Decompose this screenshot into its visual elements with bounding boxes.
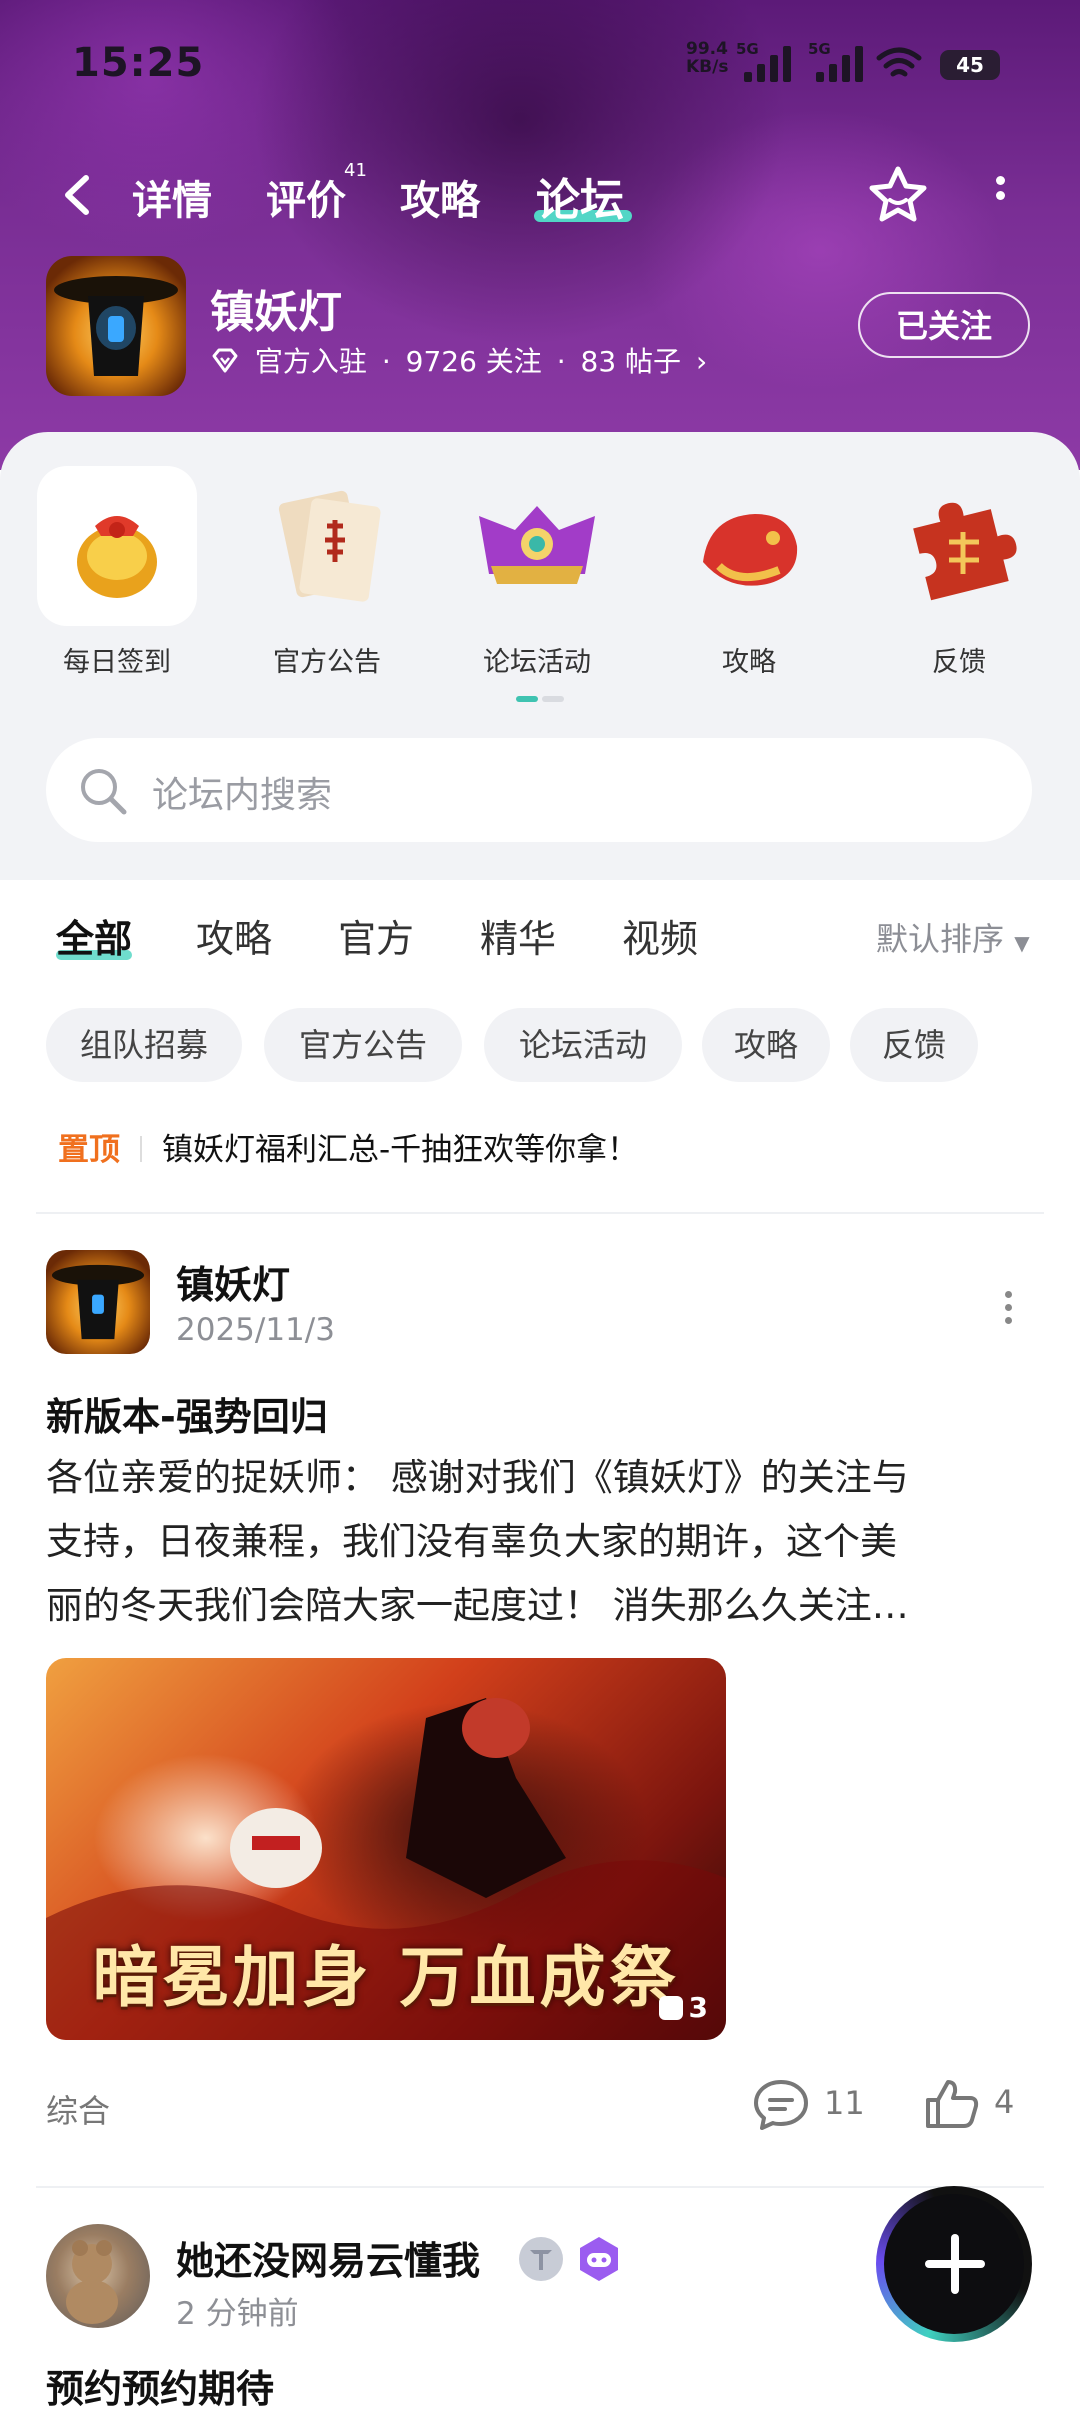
status-bar: 15:25 99.4 KB/s 5G 5G 45: [0, 0, 1080, 120]
quick-entries-panel: 每日签到 官方公告 论坛活动 攻略 反馈 论坛内搜索: [0, 432, 1080, 880]
forum-search-input[interactable]: 论坛内搜索: [46, 738, 1032, 842]
battery-indicator: 45: [940, 50, 1000, 80]
back-arrow-icon[interactable]: [54, 170, 104, 220]
like-button[interactable]: 4: [924, 2078, 1014, 2130]
filter-tab-video[interactable]: 视频: [622, 908, 698, 963]
verified-diamond-icon: [212, 348, 238, 373]
search-placeholder: 论坛内搜索: [152, 775, 333, 816]
filter-tab-official[interactable]: 官方: [338, 908, 414, 963]
like-count: 4: [994, 2083, 1015, 2121]
quick-entry-label: 反馈: [932, 647, 986, 678]
tab-guides[interactable]: 攻略: [400, 168, 480, 226]
sort-label: 默认排序: [876, 920, 1005, 958]
chip-feedback[interactable]: 反馈: [850, 1008, 978, 1082]
chip-announcements[interactable]: 官方公告: [264, 1008, 462, 1082]
new-post-button[interactable]: [876, 2186, 1032, 2342]
comment-count: 11: [824, 2084, 865, 2122]
caret-down-icon: ▼: [1014, 931, 1030, 955]
signal-icon: [744, 44, 800, 82]
follow-button[interactable]: 已关注: [858, 292, 1030, 358]
posts-count[interactable]: 83 帖子: [581, 345, 682, 378]
search-icon: [81, 769, 127, 815]
comment-button[interactable]: 11: [752, 2078, 865, 2132]
scroll-icon: [247, 466, 407, 626]
gallery-icon: [658, 1996, 683, 2020]
filter-tab-featured[interactable]: 精华: [480, 908, 556, 963]
pinned-tag: 置顶: [58, 1132, 120, 1168]
post-more-icon[interactable]: [998, 1288, 1018, 1324]
treasure-chest-icon: [457, 466, 617, 626]
post-image-caption: 暗冕加身 万血成祭: [92, 1938, 680, 2016]
official-label: 官方入驻: [254, 345, 367, 378]
quick-entry-announcements[interactable]: 官方公告: [242, 466, 412, 679]
quick-entry-label: 论坛活动: [483, 647, 591, 678]
image-count-badge: 3: [658, 1991, 708, 2024]
post-date: 2025/11/3: [176, 1312, 335, 1348]
divider: [36, 1212, 1044, 1214]
post-author-name[interactable]: 镇妖灯: [176, 1254, 290, 1309]
chip-team-recruit[interactable]: 组队招募: [46, 1008, 242, 1082]
reviews-count-badge: 41: [344, 160, 367, 181]
filter-tab-guides[interactable]: 攻略: [196, 908, 272, 963]
more-options-icon[interactable]: [980, 170, 1020, 220]
post-title[interactable]: 新版本-强势回归: [46, 1386, 328, 1441]
pinned-title: 镇妖灯福利汇总-千抽狂欢等你拿！: [162, 1132, 639, 1168]
gamepad-badge-icon: [580, 2237, 618, 2281]
network-speed: 99.4 KB/s: [686, 39, 729, 77]
tab-forum[interactable]: 论坛: [536, 164, 624, 228]
post-author-avatar[interactable]: [46, 1250, 150, 1354]
post-date: 2 分钟前: [176, 2296, 299, 2332]
thumbs-up-icon: [926, 2080, 979, 2128]
favorite-star-icon[interactable]: [866, 164, 930, 224]
wifi-icon: [876, 47, 922, 77]
filter-tab-all[interactable]: 全部: [56, 908, 132, 963]
post-category[interactable]: 综合: [46, 2086, 110, 2132]
chevron-right-icon[interactable]: ›: [696, 345, 707, 378]
game-icon: [46, 256, 186, 396]
chip-forum-events[interactable]: 论坛活动: [484, 1008, 682, 1082]
comment-bubble-icon: [754, 2080, 808, 2130]
chip-guides[interactable]: 攻略: [702, 1008, 830, 1082]
quick-entry-daily-checkin[interactable]: 每日签到: [32, 466, 202, 679]
post-body[interactable]: 各位亲爱的捉妖师： 感谢对我们《镇妖灯》的关注与 支持，日夜兼程，我们没有辜负大…: [46, 1446, 1036, 1638]
quick-entry-label: 每日签到: [63, 647, 171, 678]
followers-count: 9726 关注: [405, 345, 542, 378]
quick-entry-guides[interactable]: 攻略: [664, 466, 834, 679]
pinned-post[interactable]: 置顶 镇妖灯福利汇总-千抽狂欢等你拿！: [58, 1124, 638, 1169]
post-author-avatar[interactable]: [46, 2224, 150, 2328]
quick-entry-label: 攻略: [722, 647, 776, 678]
tab-reviews[interactable]: 评价: [266, 168, 346, 226]
plus-icon: [884, 2194, 1024, 2334]
game-meta: 官方入驻 · 9726 关注 · 83 帖子 ›: [210, 340, 713, 380]
post-title[interactable]: 预约预约期待: [46, 2358, 274, 2413]
quick-entry-feedback[interactable]: 反馈: [874, 466, 1044, 679]
post-image[interactable]: 暗冕加身 万血成祭 3: [46, 1658, 726, 2040]
page-indicator: [516, 696, 564, 702]
quick-entry-forum-events[interactable]: 论坛活动: [452, 466, 622, 679]
puzzle-piece-icon: [879, 466, 1039, 626]
post-author-name[interactable]: 她还没网易云懂我: [176, 2230, 480, 2285]
forum-header: 15:25 99.4 KB/s 5G 5G 45 详情 评价 41 攻略 论坛: [0, 0, 1080, 470]
level-badge-icon: [519, 2237, 563, 2281]
top-navigation: 详情 评价 41 攻略 论坛: [0, 160, 1080, 230]
sort-dropdown[interactable]: 默认排序 ▼: [876, 914, 1030, 960]
gift-bag-icon: [37, 466, 197, 626]
dragon-icon: [669, 466, 829, 626]
quick-entry-label: 官方公告: [273, 647, 381, 678]
game-name: 镇妖灯: [210, 287, 342, 338]
tab-details[interactable]: 详情: [132, 168, 212, 226]
status-time: 15:25: [72, 40, 205, 86]
signal-icon: [816, 44, 872, 82]
divider: [36, 2186, 1044, 2188]
